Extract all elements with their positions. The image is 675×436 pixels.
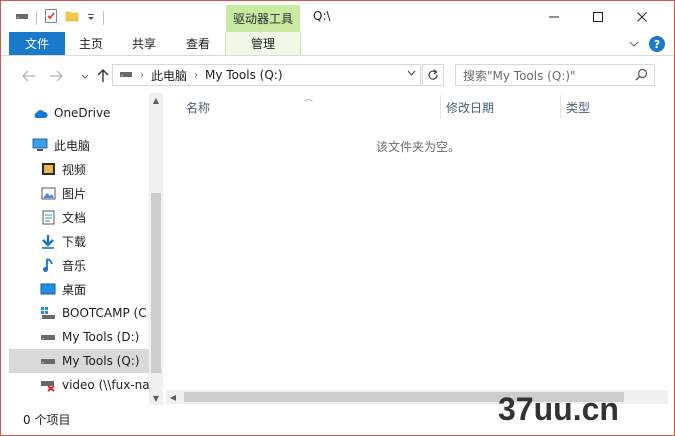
ribbon-tabs: 文件 主页 共享 查看 管理 ?	[1, 32, 674, 56]
scrollbar-thumb[interactable]	[151, 193, 161, 373]
scroll-left-icon[interactable]: ◀	[166, 390, 180, 404]
pictures-folder-icon	[39, 184, 57, 202]
nav-item-pictures[interactable]: 图片	[39, 181, 163, 205]
up-arrow-icon	[97, 69, 109, 82]
close-icon	[637, 11, 647, 22]
drive-icon	[39, 328, 57, 346]
toolbar-separator	[36, 10, 37, 25]
toolbar-separator	[103, 10, 104, 25]
drive-tools-context-label: 驱动器工具	[226, 5, 300, 32]
window-title: Q:\	[313, 9, 331, 23]
address-dropdown-icon[interactable]	[407, 68, 416, 79]
column-header-type[interactable]: 类型	[566, 95, 590, 119]
breadcrumb: › 此电脑 › My Tools (Q:)	[119, 67, 283, 84]
nav-item-documents[interactable]: 文档	[39, 205, 163, 229]
tab-manage[interactable]: 管理	[225, 32, 301, 55]
video-folder-icon	[39, 160, 57, 178]
forward-arrow-icon	[50, 70, 63, 82]
nav-item-videos[interactable]: 视频	[39, 157, 163, 181]
breadcrumb-this-pc[interactable]: 此电脑	[151, 67, 187, 84]
downloads-folder-icon	[39, 232, 57, 250]
desktop-folder-icon	[39, 280, 57, 298]
new-folder-icon[interactable]	[65, 9, 79, 26]
customize-toolbar-icon[interactable]	[86, 11, 96, 25]
nav-item-desktop[interactable]: 桌面	[39, 277, 163, 301]
sort-ascending-icon: ︿	[304, 94, 314, 104]
nav-item-my-tools-d[interactable]: My Tools (D:)	[39, 325, 163, 349]
nav-item-onedrive[interactable]: OneDrive	[31, 101, 163, 125]
back-button[interactable]	[19, 66, 39, 86]
navigation-bar: › 此电脑 › My Tools (Q:) 搜索"My Tools (Q:)"	[1, 57, 674, 93]
empty-folder-message: 该文件夹为空。	[376, 140, 461, 154]
scroll-down-icon[interactable]: ▼	[149, 391, 163, 405]
column-header-date-modified[interactable]: 修改日期	[446, 95, 494, 119]
tab-share[interactable]: 共享	[117, 32, 171, 55]
quick-access-toolbar	[15, 8, 104, 27]
network-drive-disconnected-icon	[39, 376, 57, 394]
navigation-pane: OneDrive 此电脑 视频 图片 文档 下载 音乐 桌面 BOOTCAMP …	[9, 93, 163, 405]
nav-item-this-pc[interactable]: 此电脑	[31, 133, 163, 157]
title-bar: 驱动器工具 Q:\	[1, 1, 674, 32]
maximize-icon	[593, 11, 603, 22]
drive-icon	[119, 68, 133, 82]
drive-icon	[39, 352, 57, 370]
column-divider[interactable]	[440, 95, 441, 119]
properties-icon[interactable]	[44, 8, 58, 27]
expand-ribbon-chevron-icon[interactable]	[627, 37, 641, 51]
nav-item-bootcamp[interactable]: BOOTCAMP (C	[39, 301, 163, 325]
nav-item-my-tools-q[interactable]: My Tools (Q:)	[9, 349, 157, 373]
chevron-down-icon	[81, 74, 89, 79]
nav-item-music[interactable]: 音乐	[39, 253, 163, 277]
minimize-icon	[549, 16, 559, 17]
computer-icon	[31, 136, 49, 154]
tab-file[interactable]: 文件	[9, 32, 65, 55]
forward-button[interactable]	[46, 66, 66, 86]
music-folder-icon	[39, 256, 57, 274]
search-icon[interactable]	[635, 68, 648, 84]
onedrive-icon	[31, 104, 49, 122]
breadcrumb-current-drive[interactable]: My Tools (Q:)	[205, 68, 283, 82]
refresh-icon	[428, 69, 438, 80]
tab-home[interactable]: 主页	[65, 32, 117, 55]
breadcrumb-separator-icon: ›	[194, 69, 199, 81]
address-bar[interactable]: › 此电脑 › My Tools (Q:)	[112, 64, 421, 86]
refresh-button[interactable]	[422, 64, 444, 86]
watermark: 37uu.cn	[498, 391, 619, 427]
nav-item-video-network[interactable]: video (\\fux-na	[39, 373, 163, 397]
nav-item-downloads[interactable]: 下载	[39, 229, 163, 253]
recent-locations-button[interactable]	[75, 66, 95, 86]
close-button[interactable]	[620, 1, 664, 32]
scroll-up-icon[interactable]: ▲	[149, 93, 163, 107]
column-header-name[interactable]: 名称	[186, 95, 210, 119]
minimize-button[interactable]	[532, 1, 576, 32]
tab-view[interactable]: 查看	[171, 32, 225, 55]
search-placeholder: 搜索"My Tools (Q:)"	[463, 68, 576, 83]
navigation-pane-scrollbar[interactable]: ▲ ▼	[149, 93, 163, 405]
search-input[interactable]: 搜索"My Tools (Q:)"	[455, 64, 655, 86]
drive-icon[interactable]	[15, 10, 29, 25]
up-button[interactable]	[93, 66, 113, 86]
item-count: 0 个项目	[23, 413, 71, 427]
help-icon[interactable]: ?	[649, 36, 665, 52]
breadcrumb-separator-icon: ›	[140, 69, 144, 81]
maximize-button[interactable]	[576, 1, 620, 32]
column-divider[interactable]	[560, 95, 561, 119]
file-list[interactable]: ︿ 名称 修改日期 类型 该文件夹为空。	[166, 93, 668, 391]
windows-drive-icon	[39, 304, 57, 322]
documents-folder-icon	[39, 208, 57, 226]
explorer-window: 驱动器工具 Q:\ 文件 主页 共享 查看 管理 ? › 此电脑 › My To…	[0, 0, 675, 436]
back-arrow-icon	[22, 70, 35, 82]
